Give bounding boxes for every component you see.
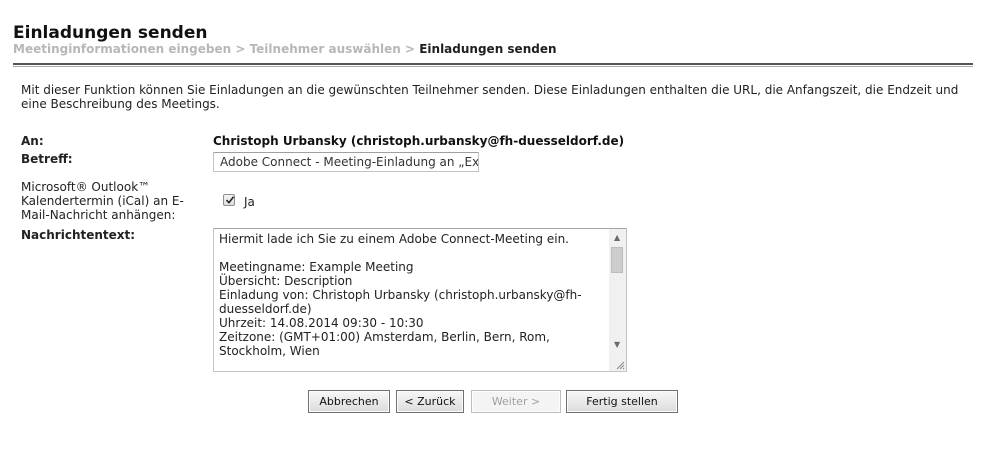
message-scrollbar[interactable]: ▲ ▼ bbox=[609, 229, 626, 371]
outlook-attachment-option-label: Ja bbox=[244, 195, 255, 209]
chevron-down-icon[interactable]: ▼ bbox=[614, 341, 620, 349]
back-button[interactable]: < Zurück bbox=[396, 390, 464, 413]
resize-grip-icon[interactable] bbox=[616, 361, 625, 370]
breadcrumb-separator: > bbox=[400, 42, 420, 56]
subject-label: Betreff: bbox=[21, 152, 73, 166]
header-divider-thin bbox=[13, 66, 973, 67]
subject-field[interactable]: Adobe Connect - Meeting-Einladung an „Ex… bbox=[213, 152, 479, 172]
breadcrumb-step-current: Einladungen senden bbox=[419, 42, 557, 56]
outlook-attachment-checkbox[interactable] bbox=[223, 194, 235, 206]
finish-button[interactable]: Fertig stellen bbox=[566, 390, 678, 413]
recipient-value: Christoph Urbansky (christoph.urbansky@f… bbox=[213, 134, 625, 148]
next-button[interactable]: Weiter > bbox=[471, 390, 561, 413]
breadcrumb-separator: > bbox=[231, 42, 250, 56]
scrollbar-thumb[interactable] bbox=[611, 247, 623, 273]
chevron-up-icon[interactable]: ▲ bbox=[614, 234, 620, 242]
breadcrumb: Meetinginformationen eingeben > Teilnehm… bbox=[13, 42, 557, 56]
breadcrumb-step-meeting-info: Meetinginformationen eingeben bbox=[13, 42, 232, 56]
to-label: An: bbox=[21, 134, 44, 148]
breadcrumb-step-participants: Teilnehmer auswählen bbox=[249, 42, 401, 56]
message-text: Hiermit lade ich Sie zu einem Adobe Conn… bbox=[219, 232, 582, 358]
header-divider bbox=[13, 63, 973, 65]
page-description: Mit dieser Funktion können Sie Einladung… bbox=[21, 83, 959, 111]
message-textarea[interactable]: Hiermit lade ich Sie zu einem Adobe Conn… bbox=[213, 228, 627, 372]
outlook-attachment-label: Microsoft® Outlook™ Kalendertermin (iCal… bbox=[21, 180, 184, 222]
cancel-button[interactable]: Abbrechen bbox=[308, 390, 390, 413]
page-title: Einladungen senden bbox=[13, 23, 208, 43]
message-label: Nachrichtentext: bbox=[21, 228, 136, 242]
checkmark-icon bbox=[225, 196, 235, 204]
